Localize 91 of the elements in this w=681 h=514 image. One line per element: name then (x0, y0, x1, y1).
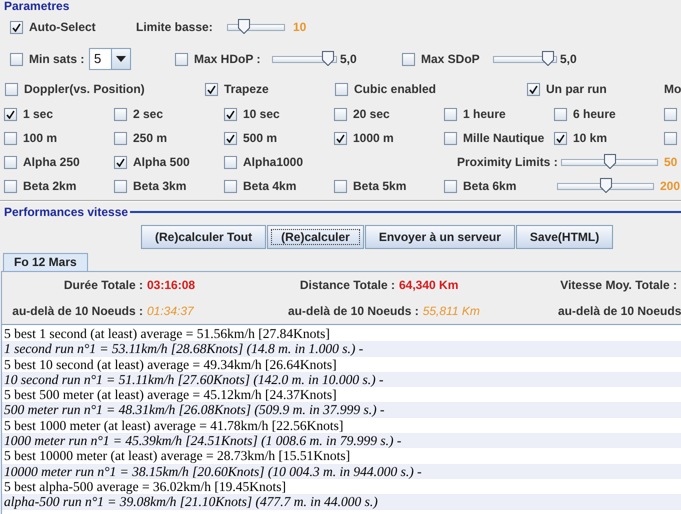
checkbox-label: Alpha 500 (133, 155, 190, 169)
checkbox-label: 10 km (573, 131, 608, 145)
checkbox[interactable] (10, 52, 23, 66)
checkbox-label: 1000 m (353, 131, 394, 145)
checkbox[interactable] (224, 108, 237, 120)
checkbox[interactable] (664, 108, 677, 120)
slider-value: 200 (660, 179, 680, 193)
checkbox-label: Min sats : (29, 52, 84, 66)
checkbox-label: 500 m (243, 131, 278, 145)
stat-value: 01:34:37 (147, 304, 194, 318)
section-title: Parametres (3, 0, 70, 12)
checkbox[interactable] (335, 82, 348, 96)
checkbox-label: 2 sec (133, 107, 164, 121)
checkbox[interactable] (224, 180, 237, 192)
checkbox[interactable] (444, 180, 457, 192)
checkbox-label: Auto-Select (29, 20, 96, 34)
checkbox[interactable] (554, 132, 567, 144)
slider-thumb[interactable] (322, 50, 334, 66)
stat-value: 64,340 Km (399, 278, 458, 292)
checkbox[interactable] (444, 108, 457, 120)
checkbox-label: Mo (664, 82, 681, 96)
checkbox[interactable] (554, 108, 567, 120)
results-text-area[interactable] (2, 324, 681, 514)
stat-label: au-delà de 10 Noeuds (558, 304, 681, 318)
stat-label: au-delà de 10 Noeuds : (12, 304, 143, 318)
stat-value: 03:16:08 (147, 278, 196, 292)
checkbox-label: Beta 4km (243, 179, 296, 193)
slider-thumb[interactable] (238, 18, 250, 34)
checkbox[interactable] (664, 132, 677, 144)
checkbox-label: 6 heure (573, 107, 616, 121)
checkbox-label: Beta 6km (463, 179, 516, 193)
checkbox[interactable] (114, 180, 127, 192)
checkbox[interactable] (224, 156, 237, 168)
slider-label: Proximity Limits : (457, 155, 558, 169)
dropdown[interactable]: 5 (89, 48, 131, 70)
slider-thumb[interactable] (542, 50, 554, 66)
checkbox[interactable] (444, 132, 457, 144)
checkbox[interactable] (10, 20, 23, 34)
stat-label: Vitesse Moy. Totale : (560, 278, 677, 292)
checkbox[interactable] (402, 52, 415, 66)
checkbox-label: Beta 5km (353, 179, 406, 193)
checkbox[interactable] (4, 156, 17, 168)
stat-label: Distance Totale : (300, 278, 395, 292)
checkbox-label: Max HDoP : (194, 52, 260, 66)
caret-icon (116, 56, 126, 62)
action-button[interactable]: (Re)calculer Tout (141, 225, 266, 249)
checkbox-label: Alpha 250 (23, 155, 80, 169)
checkbox-label: Trapeze (224, 82, 269, 96)
stat-label: au-delà de 10 Noeuds : (288, 304, 419, 318)
checkbox-label: Beta 3km (133, 179, 186, 193)
checkbox[interactable] (334, 132, 347, 144)
checkbox-label: 20 sec (353, 107, 390, 121)
section-title: Performances vitesse (4, 205, 128, 219)
checkbox-label: Max SDoP (421, 52, 480, 66)
slider-value: 10 (293, 20, 306, 34)
checkbox[interactable] (114, 108, 127, 120)
slider-thumb[interactable] (600, 178, 612, 192)
checkbox[interactable] (4, 132, 17, 144)
action-button[interactable]: Save(HTML) (516, 225, 614, 249)
slider-value: 5,0 (560, 52, 577, 66)
slider-thumb[interactable] (604, 154, 616, 168)
checkbox-label: Un par run (546, 82, 607, 96)
action-button[interactable]: Envoyer à un serveur (364, 225, 515, 249)
checkbox[interactable] (114, 156, 127, 168)
checkbox[interactable] (175, 52, 188, 66)
checkbox-label: Doppler(vs. Position) (24, 82, 145, 96)
checkbox-label: 100 m (23, 131, 58, 145)
slider-label: Limite basse: (136, 20, 213, 34)
checkbox[interactable] (224, 132, 237, 144)
checkbox[interactable] (5, 82, 18, 96)
slider-value: 50 (664, 155, 678, 169)
checkbox-label: Beta 2km (23, 179, 76, 193)
checkbox-label: 10 sec (243, 107, 280, 121)
stat-value: 55,811 Km (422, 304, 480, 318)
checkbox-label: 1 heure (463, 107, 506, 121)
checkbox-label: 250 m (133, 131, 168, 145)
stat-label: Durée Totale : (64, 278, 143, 292)
checkbox-label: Cubic enabled (354, 82, 436, 96)
action-button[interactable]: (Re)calculer (267, 225, 364, 249)
checkbox-label: 1 sec (23, 107, 54, 121)
checkbox[interactable] (334, 108, 347, 120)
checkbox[interactable] (334, 180, 347, 192)
slider-value: 5,0 (340, 52, 357, 66)
checkbox-label: Alpha1000 (243, 155, 304, 169)
checkbox[interactable] (527, 82, 540, 96)
checkbox-label: Mille Nautique (463, 131, 544, 145)
checkbox[interactable] (205, 82, 218, 96)
checkbox[interactable] (4, 180, 17, 192)
checkbox[interactable] (114, 132, 127, 144)
checkbox[interactable] (4, 108, 17, 120)
tab[interactable]: Fo 12 Mars (3, 253, 88, 271)
